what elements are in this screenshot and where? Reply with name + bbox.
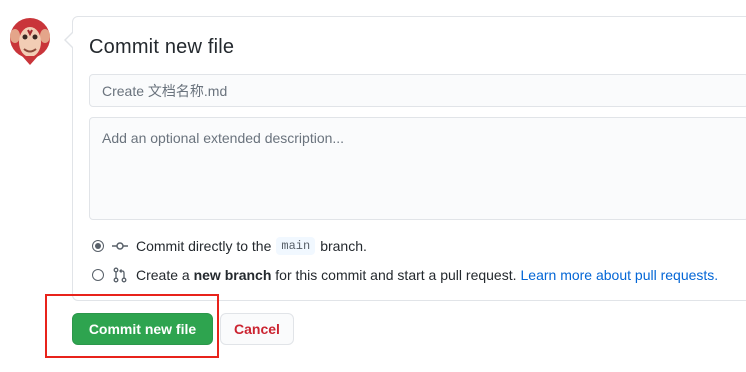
monkey-avatar-icon xyxy=(10,18,50,65)
new-branch-bold: new branch xyxy=(193,267,272,283)
option-direct-text: Commit directly to the xyxy=(136,238,272,254)
branch-name-badge: main xyxy=(276,237,316,255)
option-new-branch-text: Create a xyxy=(136,267,190,283)
learn-more-pull-requests-link[interactable]: Learn more about pull requests. xyxy=(521,267,719,283)
git-commit-icon xyxy=(112,242,128,250)
radio-new-branch[interactable] xyxy=(92,269,104,281)
cancel-button[interactable]: Cancel xyxy=(220,313,294,345)
option-commit-direct[interactable]: Commit directly to the main branch. xyxy=(92,237,367,255)
git-pull-request-icon xyxy=(113,267,127,283)
form-title: Commit new file xyxy=(89,36,235,58)
option-new-branch-text-after: for this commit and start a pull request… xyxy=(275,267,517,283)
card-pointer-fill xyxy=(66,33,73,47)
option-direct-text-after: branch. xyxy=(320,238,367,254)
commit-new-file-button[interactable]: Commit new file xyxy=(72,313,213,345)
option-new-branch[interactable]: Create a new branch for this commit and … xyxy=(92,267,718,283)
commit-description-input[interactable] xyxy=(89,117,746,220)
commit-summary-input[interactable] xyxy=(89,74,746,107)
radio-commit-direct[interactable] xyxy=(92,240,104,252)
